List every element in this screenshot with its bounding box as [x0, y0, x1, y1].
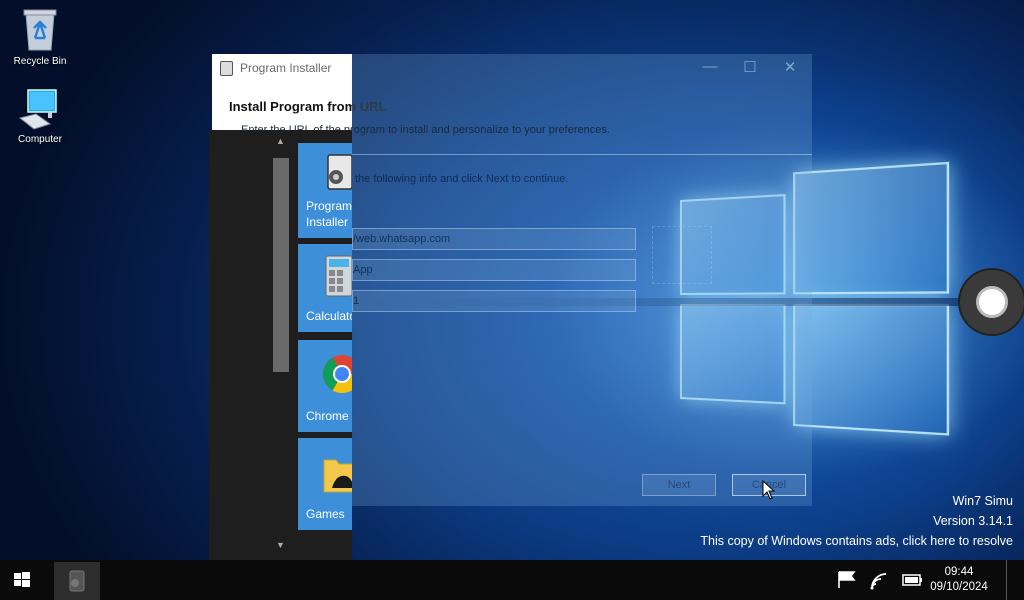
battery-icon[interactable]: [898, 560, 928, 600]
program-installer-icon: [54, 562, 100, 600]
desktop-icon-label: Recycle Bin: [14, 56, 67, 67]
taskbar-program-installer[interactable]: [54, 562, 100, 600]
chevron-up-icon[interactable]: ▲: [276, 136, 285, 146]
tile-program-installer[interactable]: Program Installer: [298, 143, 352, 238]
calculator-icon: [324, 254, 352, 298]
games-folder-icon: [322, 454, 352, 494]
recycle-bin-icon: [20, 6, 60, 52]
watermark-version: Version 3.14.1: [933, 514, 1013, 528]
chrome-icon: [322, 354, 352, 394]
name-field[interactable]: App: [352, 259, 636, 281]
third-field[interactable]: 1: [352, 290, 636, 312]
flag-icon[interactable]: [832, 560, 862, 600]
tile-label: Calculator: [306, 308, 352, 324]
scrollbar-thumb[interactable]: [273, 158, 289, 372]
program-installer-icon: [324, 153, 352, 193]
start-menu: ▲ ▼ Program Installer Calculator: [209, 130, 352, 560]
close-icon[interactable]: ✕: [780, 58, 800, 76]
next-button[interactable]: Next: [642, 474, 716, 496]
tile-label: Games: [306, 506, 345, 522]
start-button[interactable]: [0, 560, 44, 600]
installer-body: — ☐ ✕ the following info and click Next …: [352, 54, 812, 506]
tile-calculator[interactable]: Calculator: [298, 244, 352, 332]
mouse-cursor-icon: [762, 480, 776, 500]
assistive-touch-icon: [976, 286, 1008, 318]
taskbar: 09:44 09/10/2024: [0, 560, 1024, 600]
installer-header: Install Program from URL: [212, 82, 352, 130]
computer-icon: [18, 88, 62, 130]
header-divider: [352, 154, 812, 155]
maximize-icon[interactable]: ☐: [740, 58, 760, 76]
windows-start-icon: [0, 560, 44, 600]
url-field[interactable]: /web.whatsapp.com: [352, 228, 636, 250]
assistive-touch-button[interactable]: [960, 270, 1024, 334]
desktop-icon-label: Computer: [18, 134, 62, 145]
program-installer-icon: [220, 61, 233, 76]
start-menu-scrollbar[interactable]: ▲ ▼: [273, 136, 289, 554]
installer-instruction: the following info and click Next to con…: [355, 173, 568, 185]
clock-date: 09/10/2024: [928, 580, 990, 595]
tile-chrome[interactable]: Chrome: [298, 340, 352, 432]
minimize-icon[interactable]: —: [700, 58, 720, 76]
window-title: Program Installer: [240, 61, 331, 75]
desktop-icon-recycle-bin[interactable]: Recycle Bin: [5, 6, 75, 67]
desktop-icon-computer[interactable]: Computer: [5, 88, 75, 145]
watermark-activation-link[interactable]: This copy of Windows contains ads, click…: [700, 534, 1013, 548]
show-desktop-button[interactable]: [1006, 560, 1007, 600]
taskbar-clock[interactable]: 09:44 09/10/2024: [928, 565, 990, 595]
installer-titlebar[interactable]: Program Installer: [212, 54, 352, 82]
clock-time: 09:44: [928, 565, 990, 580]
tile-label: Program Installer: [306, 198, 352, 230]
icon-preview[interactable]: [652, 226, 712, 284]
network-icon[interactable]: [864, 560, 894, 600]
tile-games[interactable]: Games: [298, 438, 352, 530]
chevron-down-icon[interactable]: ▼: [276, 540, 285, 550]
tile-label: Chrome: [306, 408, 349, 424]
watermark-product: Win7 Simu: [953, 494, 1013, 508]
